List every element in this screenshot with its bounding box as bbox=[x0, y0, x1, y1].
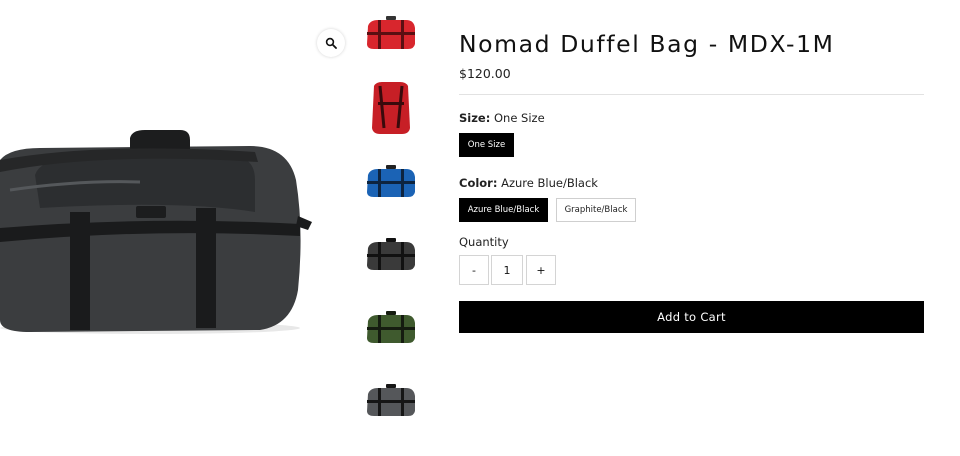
color-option-graphite-black[interactable]: Graphite/Black bbox=[556, 198, 636, 222]
size-label: Size: bbox=[459, 111, 491, 125]
thumbnail-black-duffel[interactable] bbox=[362, 236, 420, 274]
main-product-image[interactable] bbox=[0, 120, 320, 340]
quantity-label: Quantity bbox=[459, 235, 509, 249]
thumbnail-graphite-duffel[interactable] bbox=[362, 382, 420, 420]
thumbnail-red-duffel-front[interactable] bbox=[362, 14, 420, 54]
color-label-row: Color: Azure Blue/Black bbox=[459, 176, 598, 190]
divider bbox=[459, 94, 924, 95]
color-selected-value: Azure Blue/Black bbox=[501, 176, 598, 190]
color-label: Color: bbox=[459, 176, 498, 190]
thumbnail-strip bbox=[362, 0, 420, 456]
product-info: Nomad Duffel Bag - MDX-1M $120.00 Size: … bbox=[459, 0, 925, 456]
color-option-azure-blue-black[interactable]: Azure Blue/Black bbox=[459, 198, 548, 222]
add-to-cart-button[interactable]: Add to Cart bbox=[459, 301, 924, 333]
size-label-row: Size: One Size bbox=[459, 111, 545, 125]
size-option-one-size[interactable]: One Size bbox=[459, 133, 514, 157]
thumbnail-green-duffel[interactable] bbox=[362, 309, 420, 347]
size-selected-value: One Size bbox=[493, 111, 545, 125]
quantity-input[interactable] bbox=[491, 255, 523, 285]
thumbnail-azure-blue-duffel[interactable] bbox=[362, 163, 420, 201]
magnifier-icon bbox=[325, 37, 337, 49]
zoom-button[interactable] bbox=[317, 29, 345, 57]
quantity-decrease-button[interactable]: - bbox=[459, 255, 489, 285]
thumbnail-red-duffel-back[interactable] bbox=[362, 78, 420, 138]
product-gallery bbox=[0, 0, 350, 456]
quantity-increase-button[interactable]: + bbox=[526, 255, 556, 285]
product-price: $120.00 bbox=[459, 66, 511, 81]
product-title: Nomad Duffel Bag - MDX-1M bbox=[459, 30, 835, 58]
